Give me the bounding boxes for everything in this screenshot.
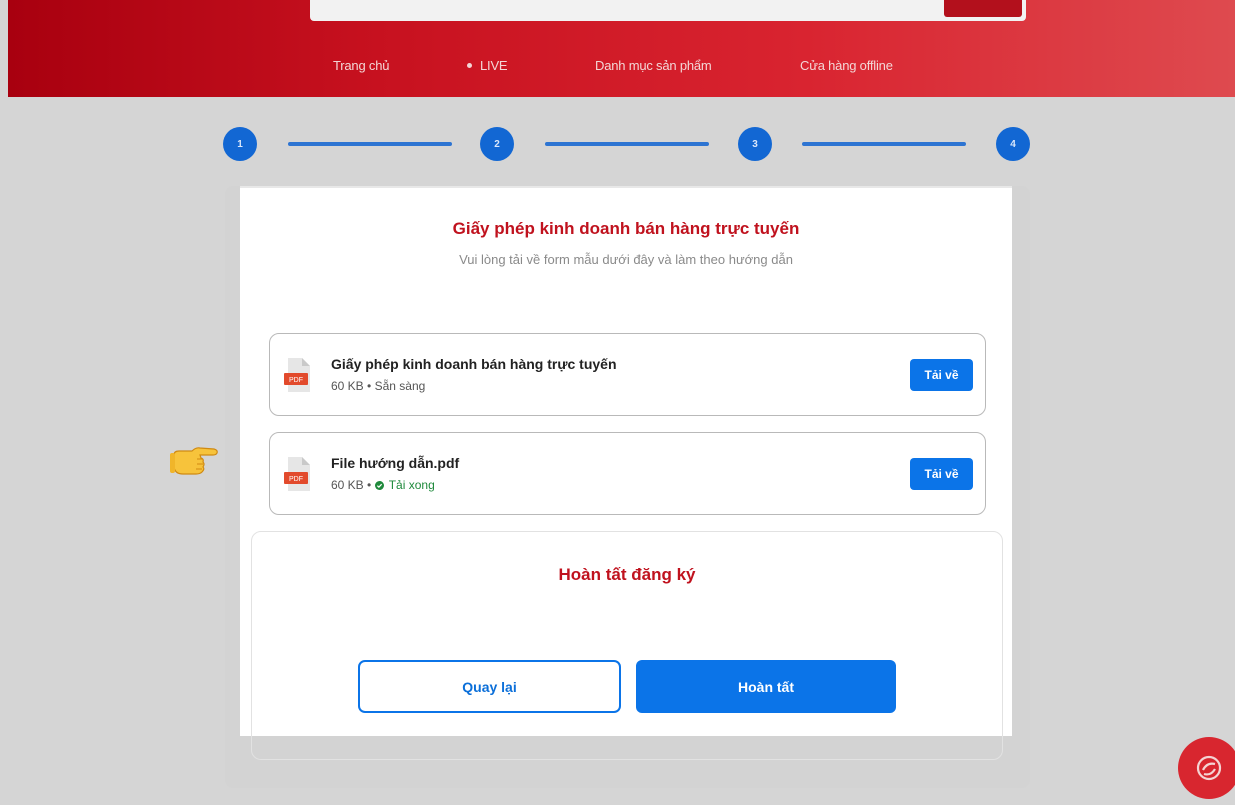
- page: Trang chủ LIVE Danh mục sản phẩm Cửa hàn…: [0, 0, 1235, 805]
- pointing-hand-icon: [170, 447, 218, 475]
- step-connector: [802, 142, 966, 146]
- meta-separator: •: [367, 478, 372, 492]
- nav-item-home[interactable]: Trang chủ: [333, 58, 389, 73]
- nav-item-offline-store[interactable]: Cửa hàng offline: [800, 58, 893, 73]
- file-item: PDF File hướng dẫn.pdf 60 KB • Tải xong …: [269, 432, 986, 515]
- download-button[interactable]: Tải về: [910, 458, 973, 490]
- step-4: 4: [996, 127, 1030, 161]
- search-button[interactable]: [944, 0, 1022, 17]
- file-meta: 60 KB • Tải xong: [331, 478, 435, 492]
- complete-button[interactable]: Hoàn tất: [636, 660, 896, 713]
- progress-stepper: 1 2 3 4: [0, 127, 1235, 167]
- file-status: Sẵn sàng: [374, 379, 426, 393]
- finish-title: Hoàn tất đăng ký: [558, 565, 696, 584]
- divider: [240, 186, 1012, 188]
- back-button[interactable]: Quay lại: [358, 660, 621, 713]
- nav-item-live-label: LIVE: [480, 58, 508, 73]
- main-nav: Trang chủ LIVE Danh mục sản phẩm Cửa hàn…: [8, 58, 1235, 78]
- nav-item-categories[interactable]: Danh mục sản phẩm: [595, 58, 712, 73]
- search-input[interactable]: [310, 0, 1026, 21]
- file-item: PDF Giấy phép kinh doanh bán hàng trực t…: [269, 333, 986, 416]
- section-subtitle: Vui lòng tải về form mẫu dưới đây và làm…: [459, 252, 793, 267]
- svg-text:PDF: PDF: [289, 476, 303, 483]
- step-3: 3: [738, 127, 772, 161]
- pdf-file-icon: PDF: [284, 358, 310, 392]
- file-status-done: Tải xong: [374, 478, 435, 492]
- file-meta: 60 KB • Sẵn sàng: [331, 379, 425, 393]
- download-button[interactable]: Tải về: [910, 359, 973, 391]
- nav-item-live[interactable]: LIVE: [467, 58, 508, 73]
- step-connector: [545, 142, 709, 146]
- header-bar: Trang chủ LIVE Danh mục sản phẩm Cửa hàn…: [8, 0, 1235, 97]
- section-title: Giấy phép kinh doanh bán hàng trực tuyến: [452, 219, 800, 238]
- chat-widget-button[interactable]: [1178, 737, 1235, 799]
- file-status: Tải xong: [388, 478, 435, 492]
- chat-icon: [1196, 755, 1222, 781]
- svg-text:PDF: PDF: [289, 377, 303, 384]
- step-connector: [288, 142, 452, 146]
- check-circle-icon: [374, 481, 384, 490]
- live-dot-icon: [467, 63, 472, 69]
- step-2: 2: [480, 127, 514, 161]
- step-1: 1: [223, 127, 257, 161]
- pdf-file-icon: PDF: [284, 457, 310, 491]
- file-size: 60 KB: [331, 478, 364, 492]
- file-name: Giấy phép kinh doanh bán hàng trực tuyến: [331, 356, 617, 372]
- file-name: File hướng dẫn.pdf: [331, 455, 460, 471]
- file-size: 60 KB: [331, 379, 364, 393]
- meta-separator: •: [367, 379, 372, 393]
